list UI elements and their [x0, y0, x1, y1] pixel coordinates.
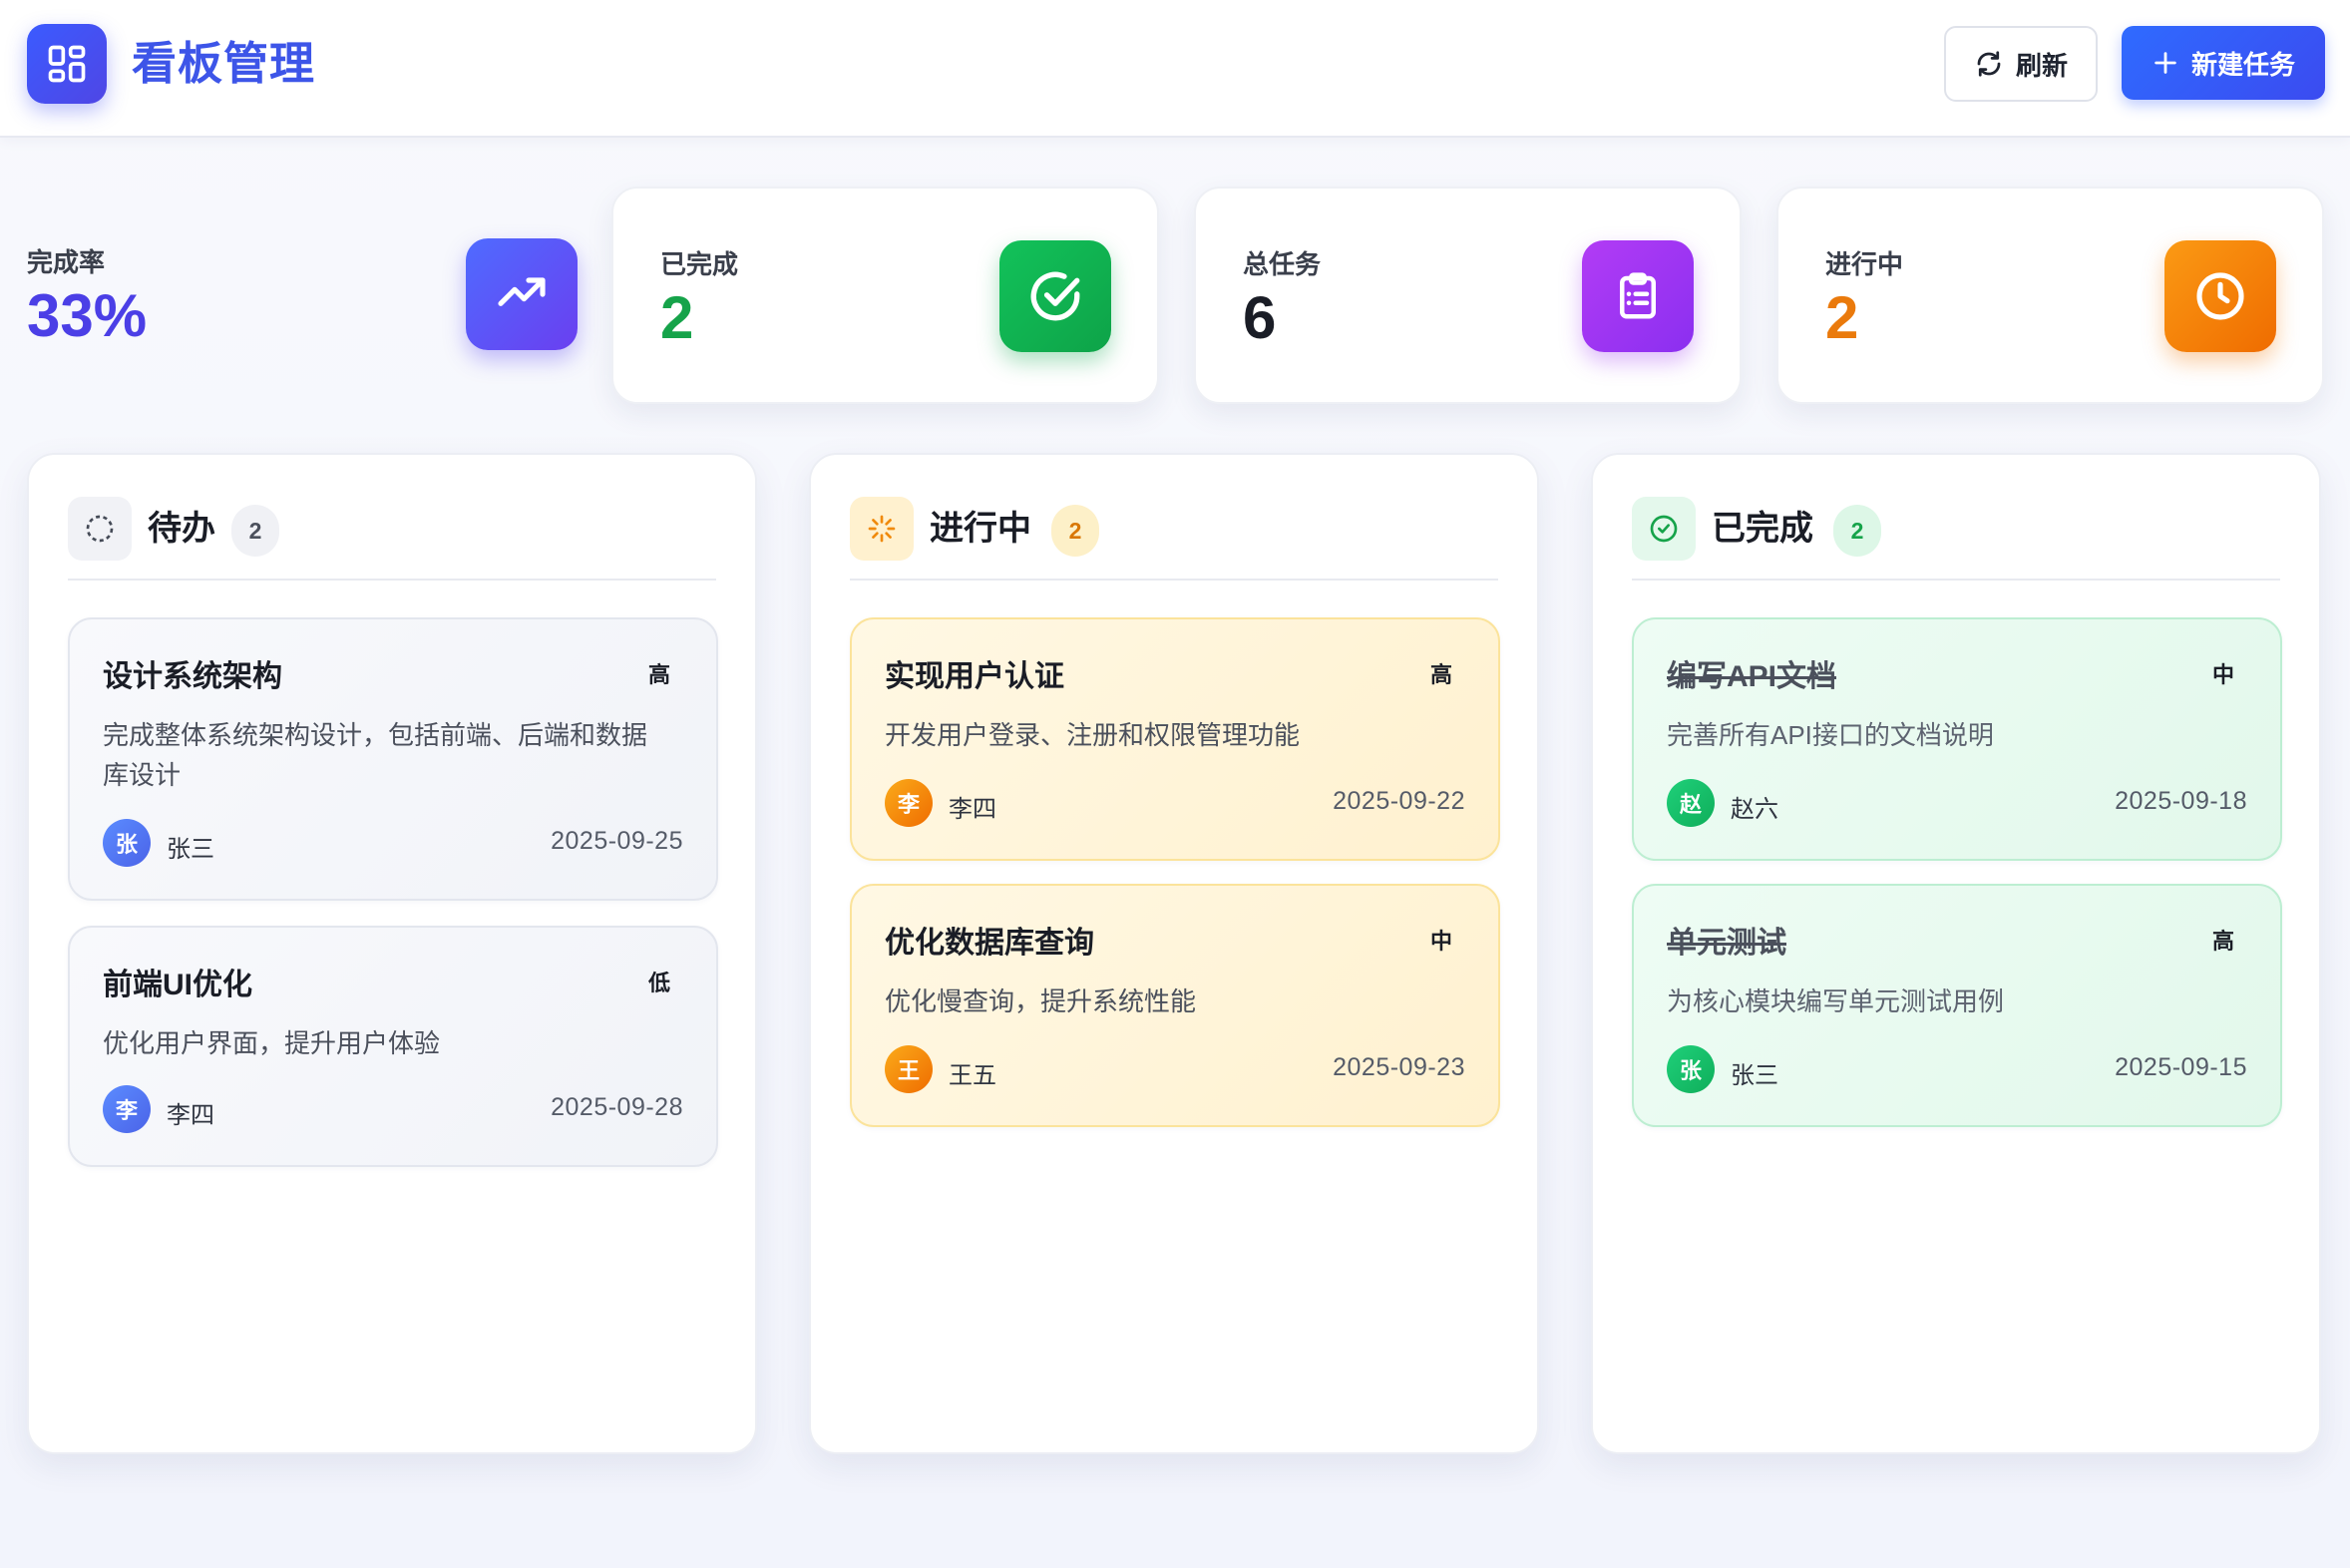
task-title: 单元测试	[1667, 927, 1786, 960]
due-date: 2025-09-28	[551, 1093, 683, 1121]
due-date: 2025-09-22	[1333, 787, 1465, 815]
column-count-badge: 2	[1833, 505, 1881, 557]
app-title: 看板管理	[132, 38, 316, 89]
refresh-label: 刷新	[2015, 50, 2068, 81]
task-title: 编写API文档	[1667, 660, 1837, 693]
avatar: 张	[1667, 1045, 1715, 1093]
priority-badge: 低	[647, 971, 670, 995]
column-todo: 待办 2 设计系统架构 高 完成整体系统架构设计，包括前端、后端和数据库设计 张…	[27, 453, 757, 1454]
stat-total: 总任务 6	[1194, 187, 1742, 404]
task-footer: 李 李四 2025-09-22	[885, 779, 1465, 829]
column-title: 进行中	[930, 510, 1031, 548]
column-title: 待办	[148, 510, 215, 548]
avatar: 王	[885, 1045, 933, 1093]
loader-icon	[850, 497, 914, 561]
plus-icon	[2152, 49, 2179, 77]
task-footer: 王 王五 2025-09-23	[885, 1045, 1465, 1095]
column-header: 已完成 2	[1632, 497, 2280, 581]
stat-label: 已完成	[660, 249, 739, 279]
top-bar: 看板管理 刷新 新建任务	[0, 0, 2350, 136]
check-circle-icon	[999, 240, 1111, 352]
dashboard-grid-icon	[27, 24, 107, 104]
stat-completion-rate: 完成率 33%	[0, 187, 588, 404]
avatar: 李	[885, 779, 933, 827]
task-card[interactable]: 前端UI优化 低 优化用户界面，提升用户体验 李 李四 2025-09-28	[68, 926, 718, 1167]
clipboard-list-icon	[1582, 240, 1694, 352]
trending-up-icon	[466, 238, 578, 350]
task-footer: 赵 赵六 2025-09-18	[1667, 779, 2247, 829]
avatar: 赵	[1667, 779, 1715, 827]
priority-badge: 高	[1429, 662, 1452, 687]
stat-in-progress: 进行中 2	[1776, 187, 2324, 404]
assignee-name: 李四	[949, 796, 996, 823]
task-description: 开发用户登录、注册和权限管理功能	[885, 720, 1301, 750]
dashed-circle-icon	[68, 497, 132, 561]
stat-value: 2	[1825, 284, 1859, 351]
column-done: 已完成 2 编写API文档 中 完善所有API接口的文档说明 赵 赵六 2025…	[1591, 453, 2321, 1454]
task-title: 前端UI优化	[103, 969, 252, 1001]
priority-badge: 高	[2211, 929, 2234, 954]
stat-label: 完成率	[27, 247, 106, 277]
task-description: 完善所有API接口的文档说明	[1667, 720, 1994, 750]
clock-icon	[2164, 240, 2276, 352]
refresh-button[interactable]: 刷新	[1944, 26, 2098, 102]
column-in-progress: 进行中 2 实现用户认证 高 开发用户登录、注册和权限管理功能 李 李四 202…	[809, 453, 1539, 1454]
assignee-name: 张三	[167, 836, 214, 863]
stat-label: 进行中	[1825, 249, 1904, 279]
task-card[interactable]: 编写API文档 中 完善所有API接口的文档说明 赵 赵六 2025-09-18	[1632, 617, 2282, 861]
task-card[interactable]: 设计系统架构 高 完成整体系统架构设计，包括前端、后端和数据库设计 张 张三 2…	[68, 617, 718, 901]
task-description: 优化慢查询，提升系统性能	[885, 986, 1197, 1016]
column-count-badge: 2	[231, 505, 279, 557]
stat-label: 总任务	[1243, 249, 1322, 279]
column-title: 已完成	[1712, 510, 1813, 548]
task-title: 优化数据库查询	[885, 927, 1094, 960]
column-header: 待办 2	[68, 497, 716, 581]
due-date: 2025-09-23	[1333, 1053, 1465, 1081]
task-description: 为核心模块编写单元测试用例	[1667, 986, 2005, 1016]
avatar: 李	[103, 1085, 151, 1133]
task-footer: 张 张三 2025-09-15	[1667, 1045, 2247, 1095]
assignee-name: 张三	[1731, 1062, 1778, 1089]
stat-value: 6	[1243, 284, 1277, 351]
priority-badge: 中	[1429, 929, 1452, 954]
assignee-name: 李四	[167, 1102, 214, 1129]
priority-badge: 高	[647, 662, 670, 687]
task-footer: 张 张三 2025-09-25	[103, 819, 683, 869]
column-count-badge: 2	[1051, 505, 1099, 557]
task-description: 优化用户界面，提升用户体验	[103, 1028, 441, 1058]
stat-value: 2	[660, 284, 694, 351]
task-title: 设计系统架构	[103, 660, 282, 693]
column-header: 进行中 2	[850, 497, 1498, 581]
priority-badge: 中	[2211, 662, 2234, 687]
task-card[interactable]: 优化数据库查询 中 优化慢查询，提升系统性能 王 王五 2025-09-23	[850, 884, 1500, 1127]
avatar: 张	[103, 819, 151, 867]
assignee-name: 赵六	[1731, 796, 1778, 823]
task-card[interactable]: 实现用户认证 高 开发用户登录、注册和权限管理功能 李 李四 2025-09-2…	[850, 617, 1500, 861]
task-card[interactable]: 单元测试 高 为核心模块编写单元测试用例 张 张三 2025-09-15	[1632, 884, 2282, 1127]
check-circle-icon	[1632, 497, 1696, 561]
assignee-name: 王五	[949, 1062, 996, 1089]
due-date: 2025-09-15	[2115, 1053, 2247, 1081]
task-title: 实现用户认证	[885, 660, 1064, 693]
task-footer: 李 李四 2025-09-28	[103, 1085, 683, 1135]
task-description: 完成整体系统架构设计，包括前端、后端和数据库设计	[103, 720, 648, 790]
refresh-icon	[1974, 49, 2004, 79]
stat-completed: 已完成 2	[611, 187, 1159, 404]
stat-value: 33%	[27, 282, 148, 349]
due-date: 2025-09-25	[551, 827, 683, 855]
due-date: 2025-09-18	[2115, 787, 2247, 815]
new-task-label: 新建任务	[2190, 49, 2295, 80]
new-task-button[interactable]: 新建任务	[2122, 26, 2325, 100]
